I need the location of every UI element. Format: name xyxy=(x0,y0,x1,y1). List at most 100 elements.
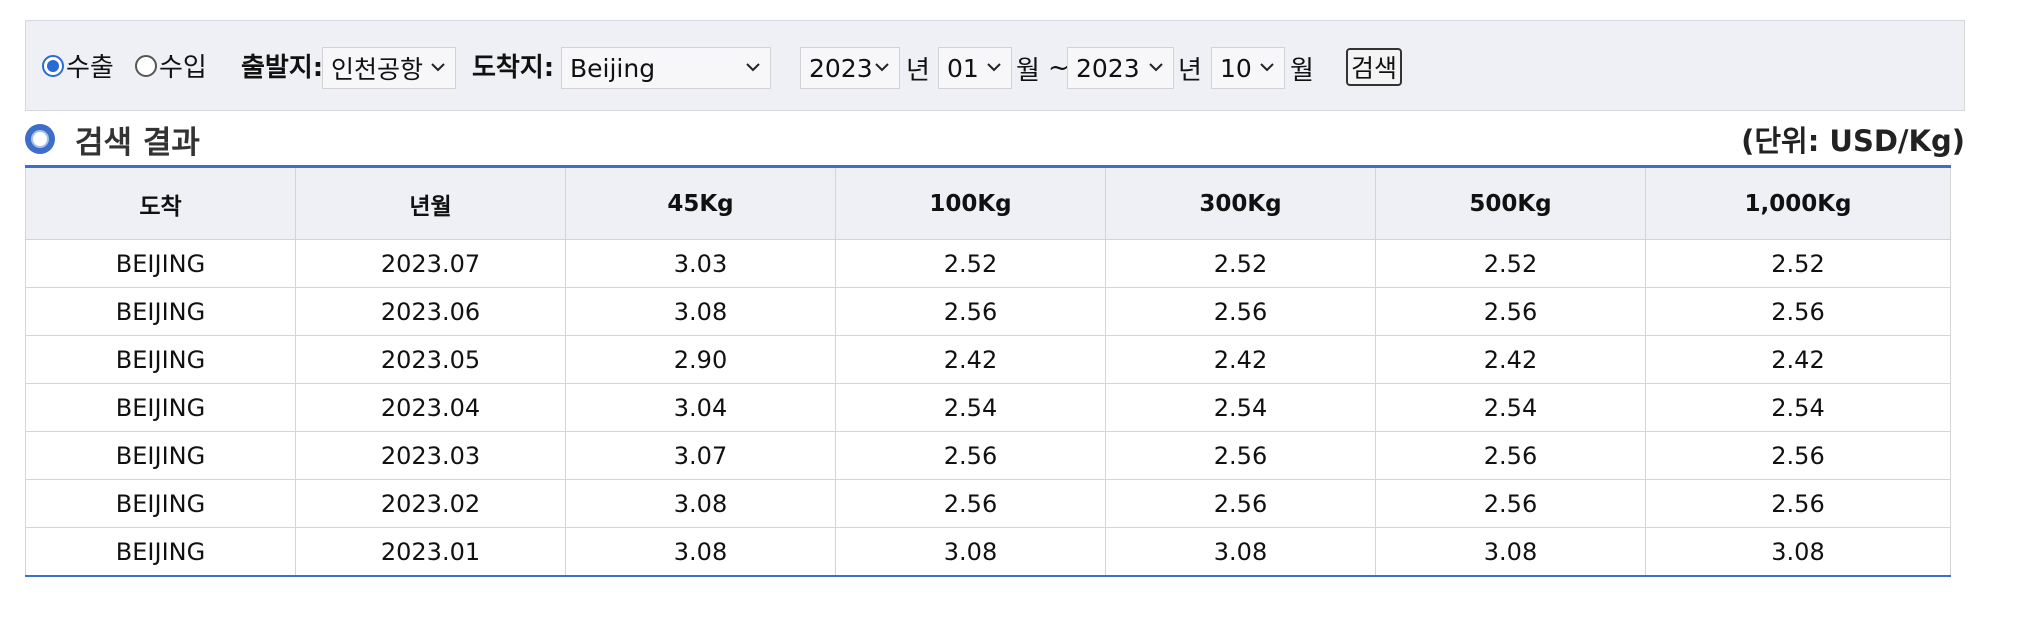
table-cell: 2.54 xyxy=(1105,383,1376,432)
table-row: BEIJING 2023.05 2.90 2.42 2.42 2.42 2.42 xyxy=(25,335,1951,384)
circle-bullet-icon xyxy=(25,124,55,154)
column-header: 년월 xyxy=(295,166,566,240)
import-radio[interactable] xyxy=(135,54,157,77)
table-cell: 2.52 xyxy=(1645,239,1951,288)
search-button[interactable]: 검색 xyxy=(1346,48,1402,86)
table-cell: 2.42 xyxy=(1375,335,1646,384)
table-cell: 2.56 xyxy=(835,431,1106,480)
table-cell: 2.56 xyxy=(835,479,1106,528)
table-cell: 2.56 xyxy=(1375,431,1646,480)
from-year-unit: 년 xyxy=(906,55,930,86)
table-cell: 3.04 xyxy=(565,383,836,432)
import-radio-label[interactable]: 수입 xyxy=(159,47,207,84)
export-radio-label[interactable]: 수출 xyxy=(66,47,114,84)
from-year-value: 2023 xyxy=(809,53,873,83)
origin-select[interactable]: 인천공항 xyxy=(322,47,456,89)
from-month-value: 01 xyxy=(947,53,979,83)
to-year-unit: 년 xyxy=(1178,55,1202,86)
result-table: 도착 년월 45Kg 100Kg 300Kg 500Kg 1,000Kg BEIJING 20… xyxy=(25,165,1951,577)
column-header: 300Kg xyxy=(1105,166,1376,240)
chevron-down-icon xyxy=(875,63,889,72)
table-cell: 3.08 xyxy=(1375,527,1646,577)
table-cell: 2.56 xyxy=(1645,479,1951,528)
table-cell: 2.56 xyxy=(1375,479,1646,528)
table-cell: 2.52 xyxy=(1105,239,1376,288)
from-month-select[interactable]: 01 xyxy=(938,47,1012,89)
search-filter-bar: 수출 수입 출발지: 인천공항 도착지: Beijing 2023 년 01 월… xyxy=(25,20,1965,111)
table-cell: BEIJING xyxy=(25,239,296,288)
table-cell: 2023.07 xyxy=(295,239,566,288)
destination-label: 도착지: xyxy=(472,53,555,83)
origin-select-value: 인천공항 xyxy=(331,55,424,84)
table-cell: 2023.01 xyxy=(295,527,566,577)
table-cell: 2.52 xyxy=(1375,239,1646,288)
table-cell: 3.08 xyxy=(835,527,1106,577)
table-cell: 2.52 xyxy=(835,239,1106,288)
table-cell: 3.08 xyxy=(565,287,836,336)
table-cell: 2023.05 xyxy=(295,335,566,384)
to-month-unit: 월 xyxy=(1290,55,1314,86)
import-radio-option[interactable]: 수입 xyxy=(135,21,207,110)
table-cell: BEIJING xyxy=(25,383,296,432)
table-cell: 2.56 xyxy=(1105,287,1376,336)
destination-select[interactable]: Beijing xyxy=(561,47,771,89)
column-header: 45Kg xyxy=(565,166,836,240)
chevron-down-icon xyxy=(1260,63,1274,72)
table-cell: 2.56 xyxy=(1645,287,1951,336)
unit-note: (단위: USD/Kg) xyxy=(1741,124,1965,158)
table-cell: BEIJING xyxy=(25,287,296,336)
table-cell: 3.03 xyxy=(565,239,836,288)
table-cell: 2.56 xyxy=(1375,287,1646,336)
table-cell: 3.07 xyxy=(565,431,836,480)
table-cell: 2.42 xyxy=(1645,335,1951,384)
column-header: 100Kg xyxy=(835,166,1106,240)
table-cell: 2023.03 xyxy=(295,431,566,480)
table-cell: 2.56 xyxy=(1645,431,1951,480)
to-month-select[interactable]: 10 xyxy=(1211,47,1285,89)
table-row: BEIJING 2023.06 3.08 2.56 2.56 2.56 2.56 xyxy=(25,287,1951,336)
table-row: BEIJING 2023.04 3.04 2.54 2.54 2.54 2.54 xyxy=(25,383,1951,432)
table-cell: 2.90 xyxy=(565,335,836,384)
table-cell: 2.56 xyxy=(835,287,1106,336)
table-cell: 2023.06 xyxy=(295,287,566,336)
table-cell: BEIJING xyxy=(25,479,296,528)
table-header-row: 도착 년월 45Kg 100Kg 300Kg 500Kg 1,000Kg xyxy=(25,166,1951,240)
chevron-down-icon xyxy=(1149,63,1163,72)
result-title: 검색 결과 xyxy=(75,124,200,161)
export-radio[interactable] xyxy=(42,54,64,77)
export-radio-option[interactable]: 수출 xyxy=(42,21,114,110)
table-cell: 2023.02 xyxy=(295,479,566,528)
table-cell: 2.42 xyxy=(835,335,1106,384)
chevron-down-icon xyxy=(431,63,445,72)
column-header: 도착 xyxy=(25,166,296,240)
table-row: BEIJING 2023.03 3.07 2.56 2.56 2.56 2.56 xyxy=(25,431,1951,480)
table-cell: 2.56 xyxy=(1105,479,1376,528)
table-cell: 2023.04 xyxy=(295,383,566,432)
table-row: BEIJING 2023.02 3.08 2.56 2.56 2.56 2.56 xyxy=(25,479,1951,528)
column-header: 1,000Kg xyxy=(1645,166,1951,240)
table-cell: 3.08 xyxy=(565,527,836,577)
chevron-down-icon xyxy=(746,63,760,72)
table-cell: 2.54 xyxy=(835,383,1106,432)
table-cell: 3.08 xyxy=(1105,527,1376,577)
column-header: 500Kg xyxy=(1375,166,1646,240)
table-header: 도착 년월 45Kg 100Kg 300Kg 500Kg 1,000Kg xyxy=(25,166,1951,240)
table-cell: 2.54 xyxy=(1645,383,1951,432)
table-cell: 2.56 xyxy=(1105,431,1376,480)
from-year-select[interactable]: 2023 xyxy=(800,47,900,89)
table-row: BEIJING 2023.07 3.03 2.52 2.52 2.52 2.52 xyxy=(25,239,1951,288)
from-month-unit: 월 xyxy=(1016,55,1040,86)
table-cell: 3.08 xyxy=(565,479,836,528)
table-cell: BEIJING xyxy=(25,335,296,384)
table-cell: 2.42 xyxy=(1105,335,1376,384)
table-cell: BEIJING xyxy=(25,431,296,480)
table-cell: BEIJING xyxy=(25,527,296,577)
table-body: BEIJING 2023.07 3.03 2.52 2.52 2.52 2.52 BEIJIN… xyxy=(25,239,1951,577)
result-header: 검색 결과 (단위: USD/Kg) xyxy=(25,118,1965,161)
to-year-select[interactable]: 2023 xyxy=(1067,47,1174,89)
to-year-value: 2023 xyxy=(1076,53,1140,83)
chevron-down-icon xyxy=(987,63,1001,72)
table-cell: 2.54 xyxy=(1375,383,1646,432)
to-month-value: 10 xyxy=(1220,53,1252,83)
table-row: BEIJING 2023.01 3.08 3.08 3.08 3.08 3.08 xyxy=(25,527,1951,577)
